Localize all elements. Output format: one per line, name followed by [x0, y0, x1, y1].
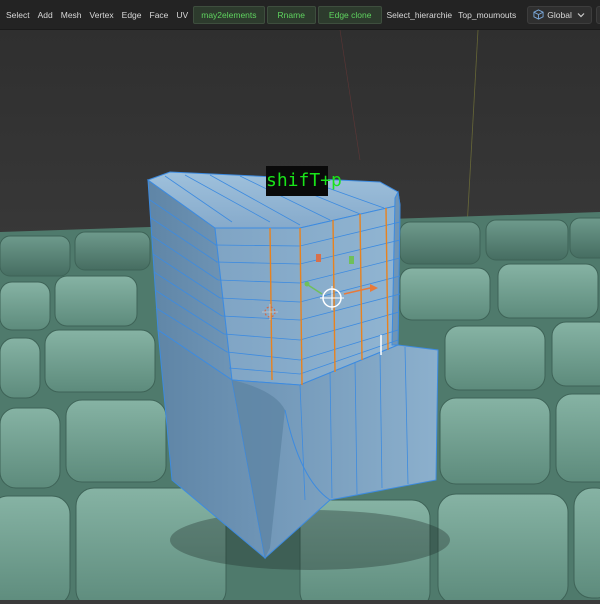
viewport-scene — [0, 0, 600, 600]
transform-orientation-dropdown[interactable]: Global — [527, 6, 592, 24]
cube-icon — [531, 8, 545, 22]
menu-mesh[interactable]: Mesh — [57, 6, 86, 24]
top-moumouts-button[interactable]: Top_moumouts — [455, 6, 519, 24]
chevron-down-icon — [574, 8, 588, 22]
menu-select[interactable]: Select — [2, 6, 34, 24]
rename-button[interactable]: Rname — [267, 6, 316, 24]
pivot-dropdown[interactable] — [596, 6, 600, 24]
shortcut-overlay: shifT+p — [266, 166, 328, 196]
menu-uv[interactable]: UV — [172, 6, 192, 24]
menu-vertex[interactable]: Vertex — [86, 6, 118, 24]
may2elements-button[interactable]: may2elements — [193, 6, 264, 24]
menu-face[interactable]: Face — [146, 6, 173, 24]
edge-clone-button[interactable]: Edge clone — [318, 6, 383, 24]
3d-viewport[interactable] — [0, 0, 600, 600]
menu-add[interactable]: Add — [34, 6, 57, 24]
transform-orientation-label: Global — [545, 10, 574, 20]
menu-edge[interactable]: Edge — [118, 6, 146, 24]
viewport-header: Select Add Mesh Vertex Edge Face UV may2… — [0, 0, 600, 30]
select-hierarchie-button[interactable]: Select_hierarchie — [383, 6, 455, 24]
